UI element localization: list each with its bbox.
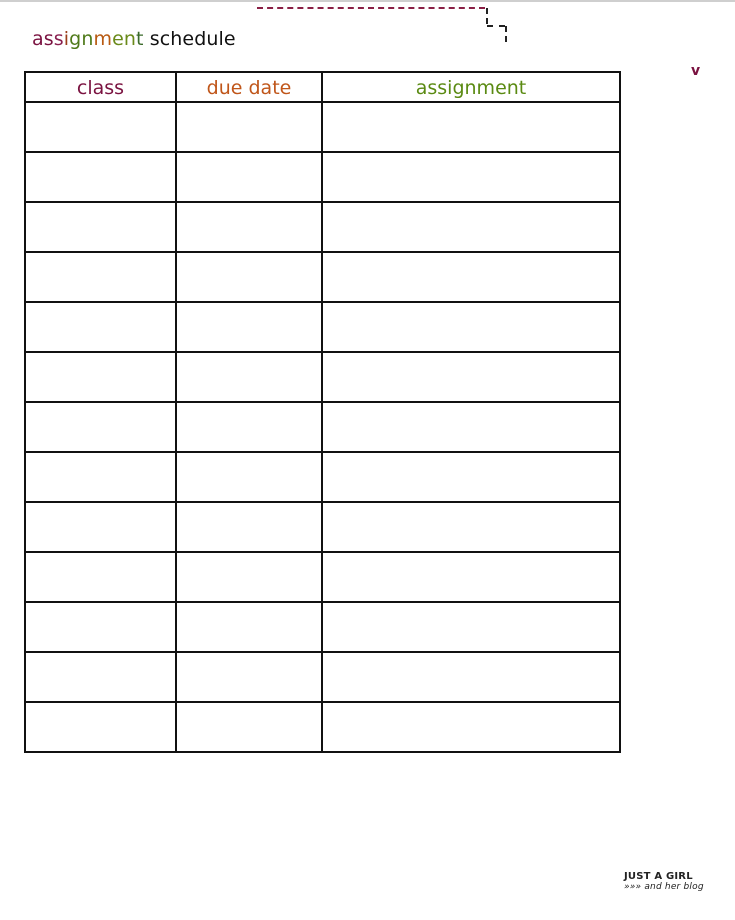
page-title: assignment schedule — [32, 28, 236, 50]
cell-class[interactable] — [24, 301, 177, 353]
table-row — [24, 351, 621, 403]
table-row — [24, 401, 621, 453]
cell-assignment[interactable] — [321, 501, 621, 553]
cell-due-date[interactable] — [175, 251, 323, 303]
cell-assignment[interactable] — [321, 451, 621, 503]
cell-class[interactable] — [24, 601, 177, 653]
table-header-row: class due date assignment — [24, 71, 621, 103]
title-letter: g — [69, 28, 82, 50]
title-letter: a — [32, 28, 44, 50]
cell-assignment[interactable] — [321, 151, 621, 203]
table-row — [24, 101, 621, 153]
title-letter: s — [53, 28, 64, 50]
table-row — [24, 651, 621, 703]
table-row — [24, 251, 621, 303]
cell-due-date[interactable] — [175, 551, 323, 603]
cell-class[interactable] — [24, 651, 177, 703]
cell-class[interactable] — [24, 701, 177, 753]
cell-due-date[interactable] — [175, 601, 323, 653]
column-header-class: class — [24, 71, 177, 103]
cell-assignment[interactable] — [321, 401, 621, 453]
assignment-schedule-table: class due date assignment — [24, 71, 621, 753]
top-border — [0, 0, 735, 2]
dashed-line-vertical — [486, 8, 488, 24]
cell-due-date[interactable] — [175, 501, 323, 553]
cell-due-date[interactable] — [175, 101, 323, 153]
table-row — [24, 151, 621, 203]
dashed-line-step — [487, 25, 505, 27]
cell-due-date[interactable] — [175, 151, 323, 203]
cell-due-date[interactable] — [175, 351, 323, 403]
cell-assignment[interactable] — [321, 351, 621, 403]
cell-due-date[interactable] — [175, 301, 323, 353]
table-row — [24, 701, 621, 753]
dashed-line-horizontal — [257, 7, 485, 9]
table-row — [24, 451, 621, 503]
cell-assignment[interactable] — [321, 101, 621, 153]
cell-assignment[interactable] — [321, 301, 621, 353]
logo-subtitle: »»» and her blog — [624, 882, 704, 892]
cell-class[interactable] — [24, 151, 177, 203]
cell-class[interactable] — [24, 251, 177, 303]
cell-assignment[interactable] — [321, 701, 621, 753]
table-row — [24, 501, 621, 553]
table-row — [24, 301, 621, 353]
cell-class[interactable] — [24, 501, 177, 553]
brand-logo: JUST A GIRL »»» and her blog — [624, 871, 704, 893]
table-row — [24, 601, 621, 653]
cell-class[interactable] — [24, 551, 177, 603]
cell-class[interactable] — [24, 351, 177, 403]
cell-class[interactable] — [24, 451, 177, 503]
cell-due-date[interactable] — [175, 651, 323, 703]
cell-assignment[interactable] — [321, 201, 621, 253]
cell-assignment[interactable] — [321, 601, 621, 653]
cell-assignment[interactable] — [321, 251, 621, 303]
table-row — [24, 551, 621, 603]
title-letter: m — [93, 28, 113, 50]
cell-due-date[interactable] — [175, 451, 323, 503]
dashed-line-vertical-end — [505, 26, 507, 42]
title-letter: s — [43, 28, 54, 50]
title-letter: e — [112, 28, 124, 50]
cell-assignment[interactable] — [321, 651, 621, 703]
column-header-assignment: assignment — [321, 71, 621, 103]
title-letter: schedule — [143, 28, 236, 50]
cell-class[interactable] — [24, 401, 177, 453]
cell-due-date[interactable] — [175, 701, 323, 753]
title-letter: n — [123, 28, 137, 50]
table-row — [24, 201, 621, 253]
cell-due-date[interactable] — [175, 201, 323, 253]
title-letter: t — [136, 28, 144, 50]
chevron-down-icon: v — [691, 63, 701, 79]
cell-due-date[interactable] — [175, 401, 323, 453]
cell-class[interactable] — [24, 101, 177, 153]
title-letter: n — [81, 28, 94, 50]
cell-class[interactable] — [24, 201, 177, 253]
column-header-due-date: due date — [175, 71, 323, 103]
logo-title: JUST A GIRL — [624, 871, 693, 882]
cell-assignment[interactable] — [321, 551, 621, 603]
